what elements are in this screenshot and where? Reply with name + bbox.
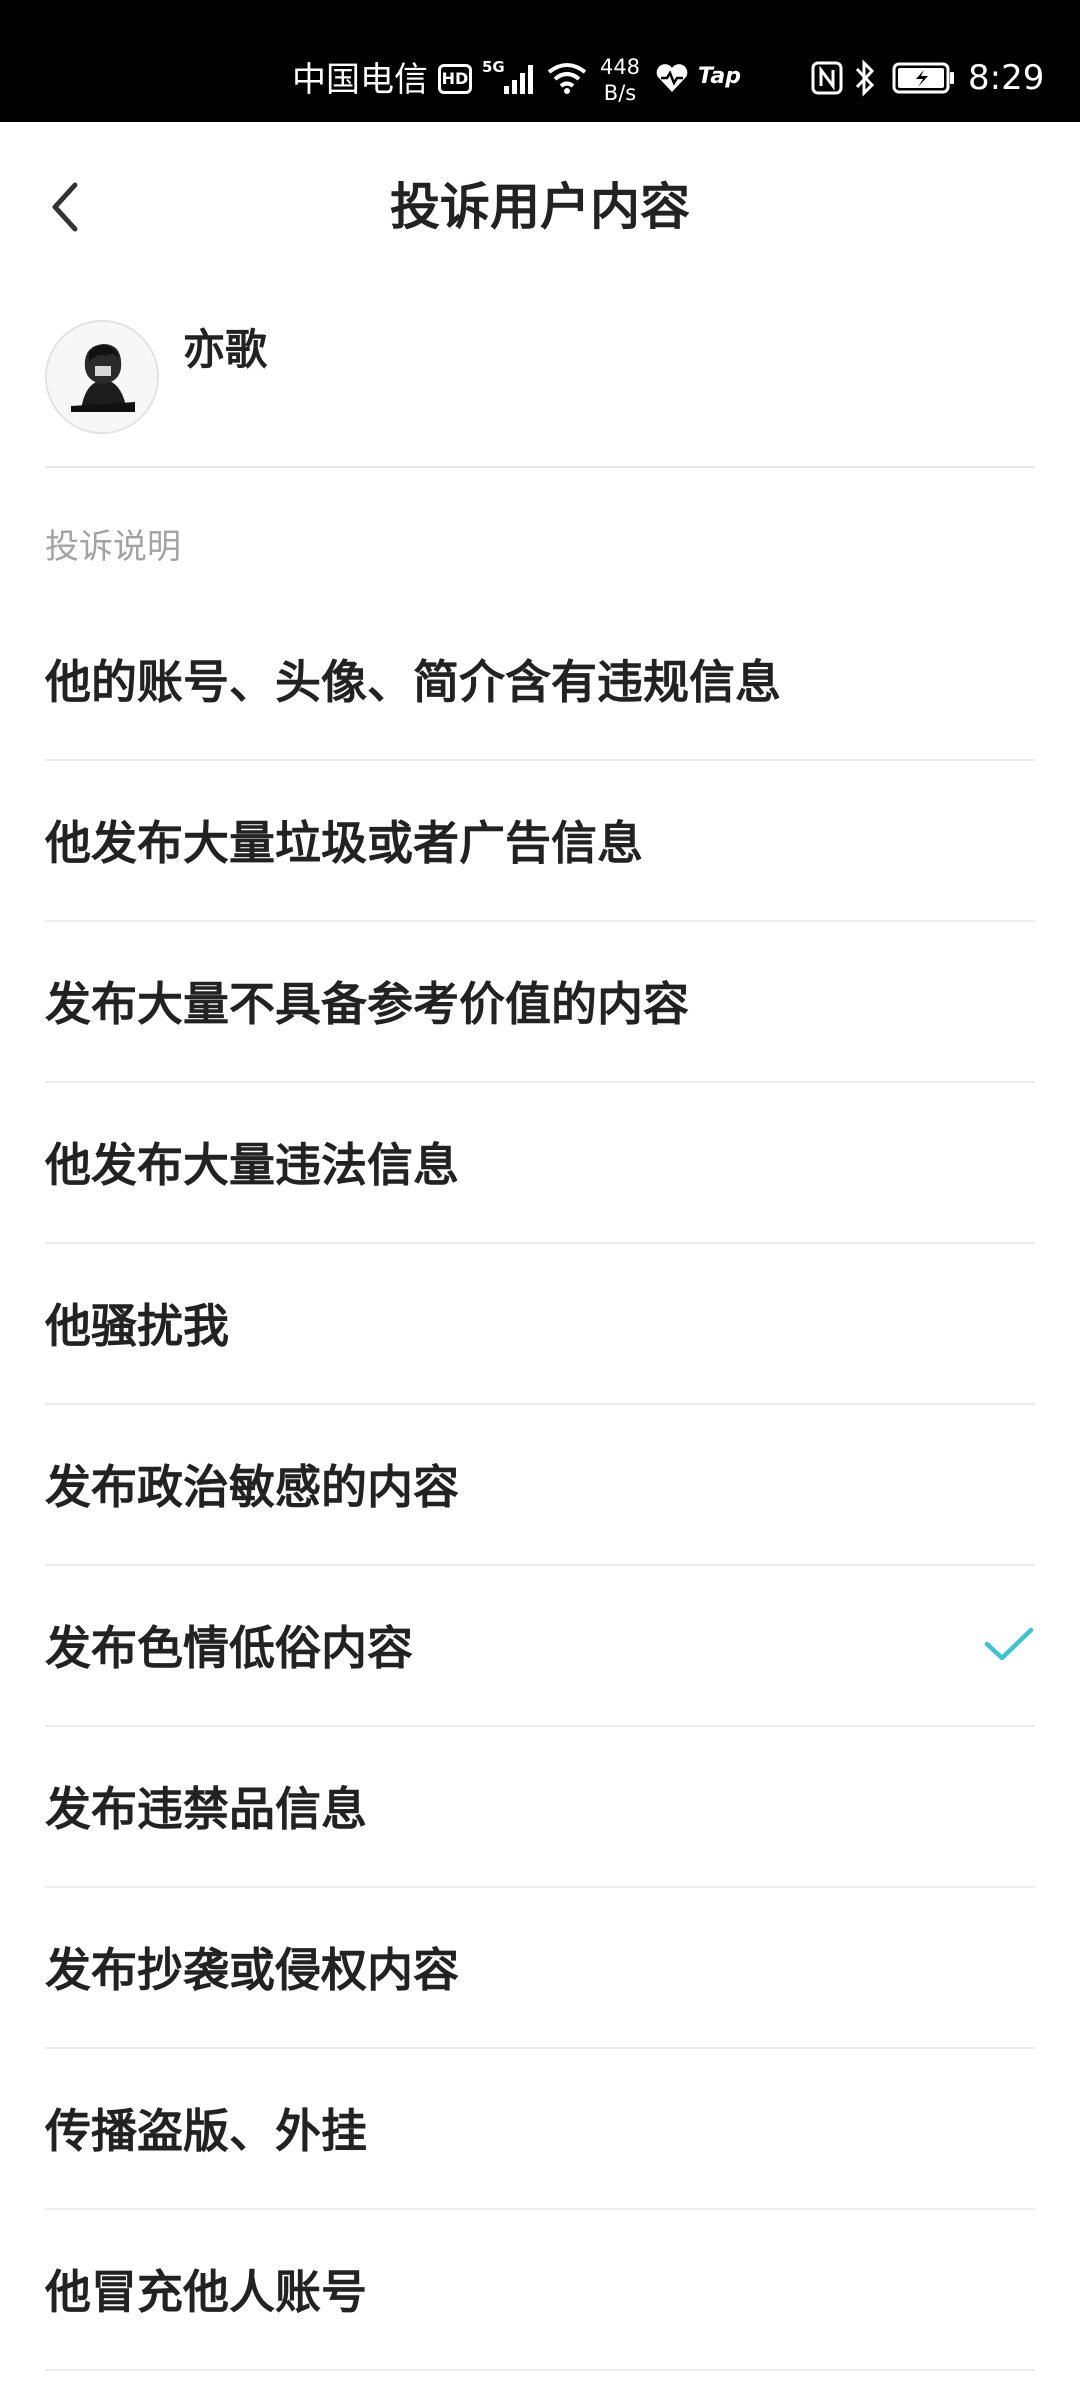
reason-option-political[interactable]: 发布政治敏感的内容 xyxy=(45,1405,1035,1566)
reason-label: 发布违禁品信息 xyxy=(45,1782,367,1836)
page-header: 投诉用户内容 xyxy=(0,122,1080,292)
checkmark-icon xyxy=(984,1627,1034,1661)
reason-label: 他的账号、头像、简介含有违规信息 xyxy=(45,655,781,709)
reason-option-pornographic[interactable]: 发布色情低俗内容 xyxy=(45,1566,1035,1727)
carrier-label: 中国电信 xyxy=(292,60,428,100)
signal-icon xyxy=(504,65,533,94)
reason-option-harassment[interactable]: 他骚扰我 xyxy=(45,1244,1035,1405)
reason-label: 发布大量不具备参考价值的内容 xyxy=(45,977,689,1031)
page-title: 投诉用户内容 xyxy=(390,178,690,236)
status-bar: 中国电信 HD 5G 448 B/s Tap 8:29 xyxy=(0,0,1080,122)
reason-option-piracy-cheats[interactable]: 传播盗版、外挂 xyxy=(45,2049,1035,2210)
hd-badge: HD xyxy=(438,64,472,94)
user-avatar-icon xyxy=(47,322,157,432)
reason-option-prohibited-goods[interactable]: 发布违禁品信息 xyxy=(45,1727,1035,1888)
speed-unit: B/s xyxy=(603,81,637,105)
reason-label: 发布抄袭或侵权内容 xyxy=(45,1943,459,1997)
reported-user-row: 亦歌 xyxy=(45,320,1035,468)
reason-label: 他冒充他人账号 xyxy=(45,2265,367,2319)
reason-option-low-value[interactable]: 发布大量不具备参考价值的内容 xyxy=(45,922,1035,1083)
reason-label: 他骚扰我 xyxy=(45,1299,229,1353)
reason-label: 他发布大量垃圾或者广告信息 xyxy=(45,816,643,870)
network-speed: 448 B/s xyxy=(598,54,642,106)
wifi-icon xyxy=(547,63,587,94)
reason-label: 发布政治敏感的内容 xyxy=(45,1460,459,1514)
bluetooth-icon xyxy=(855,59,875,97)
reported-username: 亦歌 xyxy=(183,325,268,374)
reason-option-illegal-info[interactable]: 他发布大量违法信息 xyxy=(45,1083,1035,1244)
reason-option-spam-ads[interactable]: 他发布大量垃圾或者广告信息 xyxy=(45,761,1035,922)
avatar[interactable] xyxy=(45,320,159,434)
health-heart-icon xyxy=(656,64,688,92)
reason-label: 传播盗版、外挂 xyxy=(45,2104,367,2158)
reason-option-impersonation[interactable]: 他冒充他人账号 xyxy=(45,2210,1035,2371)
battery-icon xyxy=(892,62,954,94)
reason-option-account-violation[interactable]: 他的账号、头像、简介含有违规信息 xyxy=(45,600,1035,761)
complaint-reasons-list: 他的账号、头像、简介含有违规信息 他发布大量垃圾或者广告信息 发布大量不具备参考… xyxy=(45,600,1035,2371)
tap-app-label: Tap xyxy=(698,64,741,89)
reason-label: 他发布大量违法信息 xyxy=(45,1138,459,1192)
speed-value: 448 xyxy=(599,55,641,79)
nfc-icon xyxy=(811,61,843,95)
section-label: 投诉说明 xyxy=(45,527,181,567)
reason-label: 发布色情低俗内容 xyxy=(45,1621,413,1675)
clock-time: 8:29 xyxy=(968,58,1045,98)
reason-option-plagiarism[interactable]: 发布抄袭或侵权内容 xyxy=(45,1888,1035,2049)
